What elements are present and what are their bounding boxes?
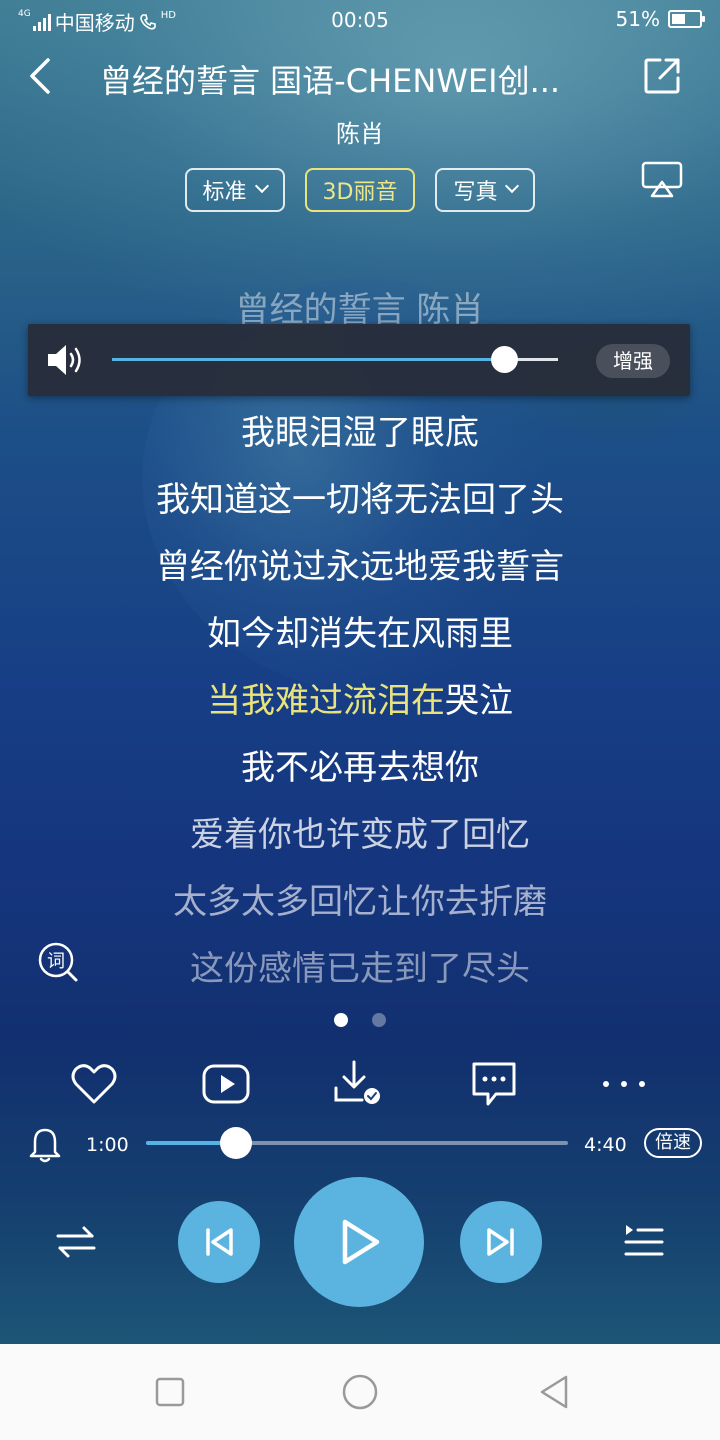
play-button[interactable] <box>294 1177 424 1307</box>
page-indicator <box>0 1013 720 1027</box>
back-icon[interactable] <box>24 54 64 98</box>
volume-boost-button[interactable]: 增强 <box>596 344 670 378</box>
artist-name[interactable]: 陈肖 <box>0 114 720 149</box>
lyric-line: 如今却消失在风雨里 <box>207 614 513 654</box>
play-icon <box>342 1219 380 1265</box>
song-title: 曾经的誓言 国语-CHENWEI创... <box>100 62 561 100</box>
lyric-icon-glyph: 词 <box>47 951 65 972</box>
battery-percent: 51% <box>615 7 660 31</box>
chevron-down-icon <box>254 178 269 194</box>
lyric-line: 我知道这一切将无法回了头 <box>156 480 564 520</box>
lyric-remaining-part: 哭泣 <box>445 681 513 721</box>
comment-icon[interactable] <box>468 1058 520 1110</box>
chevron-down-icon <box>505 178 520 194</box>
lyric-line: 我眼泪湿了眼底 <box>241 413 479 453</box>
system-nav-bar <box>0 1344 720 1440</box>
battery-icon <box>668 10 705 28</box>
more-icon[interactable] <box>598 1058 650 1110</box>
previous-button[interactable] <box>178 1201 260 1283</box>
chip-label: 标准 <box>202 180 247 205</box>
back-nav-icon[interactable] <box>534 1372 574 1412</box>
lyric-line: 这份感情已走到了尽头 <box>190 949 530 989</box>
playlist-icon[interactable] <box>620 1220 666 1264</box>
video-icon[interactable] <box>200 1058 252 1110</box>
lyric-line: 太多太多回忆让你去折磨 <box>173 882 547 922</box>
page-dot[interactable] <box>372 1013 386 1027</box>
status-time: 00:05 <box>331 8 389 32</box>
lyric-line: 曾经你说过永远地爱我誓言 <box>156 547 564 587</box>
total-time: 4:40 <box>584 1134 627 1156</box>
speed-button[interactable]: 倍速 <box>644 1128 702 1158</box>
recents-icon[interactable] <box>150 1372 190 1412</box>
share-icon[interactable] <box>640 54 684 98</box>
quality-chip[interactable]: 标准 <box>184 168 285 212</box>
player-screen: 4G 中国移动 HD 00:05 51% 曾经的誓言 国语-CHENWEI创..… <box>0 0 720 1344</box>
lyrics-panel[interactable]: 我眼泪湿了眼底 我知道这一切将无法回了头 曾经你说过永远地爱我誓言 如今却消失在… <box>0 400 720 1003</box>
chip-label: 3D丽音 <box>322 180 398 205</box>
3d-sound-chip[interactable]: 3D丽音 <box>304 168 416 212</box>
current-time: 1:00 <box>86 1134 129 1156</box>
next-icon <box>487 1228 514 1256</box>
lyric-line: 我不必再去想你 <box>241 748 479 788</box>
photo-chip[interactable]: 写真 <box>435 168 536 212</box>
loop-mode-icon[interactable] <box>54 1220 98 1264</box>
lyric-line: 爱着你也许变成了回忆 <box>190 815 530 855</box>
lyric-line-current: 当我难过流泪在哭泣 <box>0 668 720 735</box>
progress-bar[interactable] <box>146 1141 568 1145</box>
progress-thumb[interactable] <box>220 1127 253 1159</box>
status-bar: 4G 中国移动 HD 00:05 51% <box>0 0 720 40</box>
sound-options: 标准 3D丽音 写真 <box>0 168 720 212</box>
download-icon[interactable] <box>332 1058 384 1110</box>
previous-icon <box>206 1228 233 1256</box>
volume-slider-thumb[interactable] <box>491 346 519 373</box>
volume-popup: 增强 <box>28 324 690 396</box>
heart-icon[interactable] <box>68 1058 120 1110</box>
speaker-icon[interactable] <box>44 340 88 380</box>
cast-icon[interactable] <box>640 160 684 200</box>
home-icon[interactable] <box>340 1372 380 1412</box>
chip-label: 写真 <box>453 180 498 205</box>
next-button[interactable] <box>460 1201 542 1283</box>
lyric-search-icon[interactable]: 词 <box>36 940 80 984</box>
action-row <box>0 1058 720 1112</box>
page-dot-active <box>334 1013 348 1027</box>
alarm-bell-icon[interactable] <box>26 1126 64 1164</box>
lyric-sung-part: 当我难过流泪在 <box>207 681 445 721</box>
